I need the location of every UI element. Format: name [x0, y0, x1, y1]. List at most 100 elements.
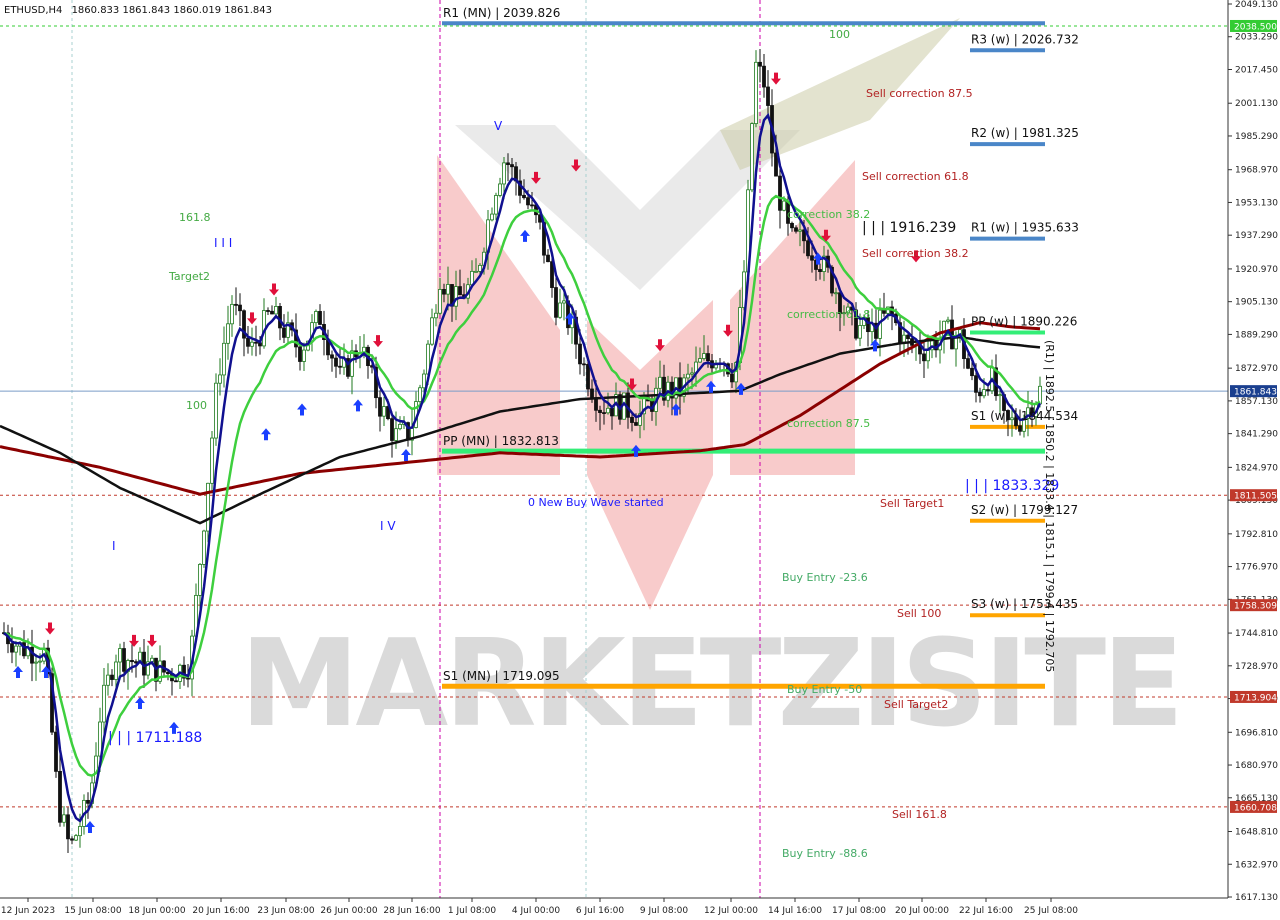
candle-body [458, 286, 462, 296]
candle-body [266, 310, 270, 312]
candle-body [222, 342, 226, 376]
annotation-text: Sell correction 38.2 [862, 247, 969, 260]
candle-body [430, 317, 434, 345]
annotation-text: 100 [829, 28, 850, 41]
price-tick-label: 2001.130 [1235, 99, 1278, 109]
candle-body [202, 530, 206, 565]
candle-body [966, 358, 970, 369]
candle-body [454, 286, 458, 307]
candle-body [186, 677, 190, 680]
pivot-label-weekly: PP (w) | 1890.226 [971, 314, 1077, 328]
candle-body [982, 389, 986, 397]
time-tick-label: 14 Jul 16:00 [768, 906, 822, 916]
price-tick-label: 1841.290 [1235, 430, 1278, 440]
candle-body [70, 838, 74, 841]
time-tick-label: 17 Jul 08:00 [832, 906, 886, 916]
candle-body [986, 389, 990, 392]
symbol-label: ETHUSD,H4 [4, 5, 62, 16]
candle-body [106, 674, 110, 686]
candle-body [174, 680, 178, 683]
price-tick-label: 1857.130 [1235, 397, 1278, 407]
candle-body [974, 375, 978, 393]
candle-body [590, 388, 594, 399]
candle-body [238, 304, 242, 312]
candle-body [594, 398, 598, 411]
candle-body [270, 310, 274, 315]
candle-body [250, 341, 254, 347]
candle-body [882, 309, 886, 314]
annotation-text: Buy Entry -23.6 [782, 571, 868, 584]
ohlc-values: 1860.833 1861.843 1860.019 1861.843 [72, 5, 272, 16]
candle-body [490, 213, 494, 221]
candle-body [790, 222, 794, 229]
candle-body [394, 428, 398, 441]
candle-body [58, 770, 62, 823]
candle-body [74, 835, 78, 841]
candle-body [418, 387, 422, 402]
price-tick-label: 2049.130 [1235, 0, 1278, 10]
candle-body [698, 358, 702, 363]
candle-body [318, 311, 322, 325]
candle-body [750, 123, 754, 191]
time-tick-label: 22 Jul 16:00 [959, 906, 1013, 916]
candle-body [474, 270, 478, 273]
candle-body [926, 349, 930, 362]
candle-body [234, 303, 238, 306]
price-tick-label: 1792.810 [1235, 530, 1278, 540]
candle-body [86, 799, 90, 804]
annotation-text: Sell 161.8 [892, 808, 947, 821]
annotation-text: Sell 100 [897, 607, 941, 620]
candle-body [226, 323, 230, 344]
candle-body [946, 319, 950, 322]
price-tick-label: 1648.810 [1235, 828, 1278, 838]
candle-body [334, 357, 338, 367]
annotation-text: 100 [186, 399, 207, 412]
candle-body [134, 661, 138, 664]
candle-body [254, 341, 258, 344]
candle-body [586, 363, 590, 390]
candle-body [118, 648, 122, 663]
candle-body [446, 284, 450, 295]
candle-body [10, 643, 14, 653]
time-tick-label: 18 Jun 00:00 [128, 906, 185, 916]
candle-body [330, 354, 334, 359]
candle-body [806, 240, 810, 257]
price-tick-label: 1824.970 [1235, 463, 1278, 473]
candle-body [298, 346, 302, 362]
price-tick-label: 1968.970 [1235, 166, 1278, 176]
price-chart[interactable]: MARKETZISITE R1 (MN) | 2039.826PP (MN) |… [0, 0, 1280, 920]
candle-body [198, 563, 202, 596]
candle-body [274, 306, 278, 315]
candle-body [690, 372, 694, 375]
candle-body [818, 269, 822, 272]
candle-body [906, 334, 910, 340]
candle-body [766, 86, 770, 106]
price-tick-label: 1953.130 [1235, 198, 1278, 208]
candle-body [510, 164, 514, 168]
candle-body [602, 412, 606, 414]
candle-body [730, 373, 734, 383]
annotation-text: I I I [214, 236, 232, 250]
candle-body [14, 645, 18, 653]
candle-body [78, 826, 82, 837]
candle-body [114, 661, 118, 680]
annotation-text: Target2 [168, 270, 210, 283]
candle-body [610, 407, 614, 417]
time-tick-label: 9 Jul 08:00 [640, 906, 689, 916]
candle-body [778, 175, 782, 211]
candle-body [706, 353, 710, 362]
candle-body [66, 814, 70, 840]
pivot-label-weekly: R1 (w) | 1935.633 [971, 221, 1079, 235]
price-level-box-label: 2038.500 [1234, 22, 1277, 32]
time-tick-label: 4 Jul 00:00 [512, 906, 561, 916]
time-tick-label: 20 Jun 16:00 [192, 906, 249, 916]
candle-body [702, 353, 706, 359]
current-price-label: 1861.843 [1234, 388, 1277, 398]
annotation-text: 161.8 [179, 211, 211, 224]
candle-body [598, 409, 602, 413]
price-tick-label: 2017.450 [1235, 65, 1278, 75]
annotation-text: | | | 1916.239 [862, 220, 956, 236]
time-tick-label: 23 Jun 08:00 [257, 906, 314, 916]
candle-body [506, 162, 510, 165]
price-tick-label: 1889.290 [1235, 330, 1278, 340]
